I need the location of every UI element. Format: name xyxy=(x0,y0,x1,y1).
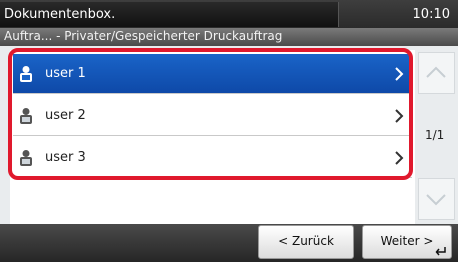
page-title: Dokumentenbox. xyxy=(4,7,116,22)
breadcrumb-bar: Auftra... - Privater/Gespeicherter Druck… xyxy=(0,28,458,46)
breadcrumb: Auftra... - Privater/Gespeicherter Druck… xyxy=(4,29,283,43)
title-box: Dokumentenbox. xyxy=(0,2,339,27)
next-button[interactable]: Weiter > xyxy=(362,225,452,259)
scroll-up-button[interactable] xyxy=(418,52,455,94)
scroll-down-button[interactable] xyxy=(418,178,455,220)
clock-box: 10:10 xyxy=(340,2,458,27)
screen: Dokumentenbox. 10:10 Auftra... - Private… xyxy=(0,0,458,262)
back-button-label: < Zurück xyxy=(278,234,334,248)
clock: 10:10 xyxy=(412,7,450,22)
back-button[interactable]: < Zurück xyxy=(258,225,354,259)
chevron-up-icon xyxy=(426,66,446,78)
header-bar: Dokumentenbox. 10:10 Auftra... - Private… xyxy=(0,0,458,46)
page-indicator: 1/1 xyxy=(425,128,445,142)
enter-key-icon xyxy=(435,247,446,256)
chevron-down-icon xyxy=(426,194,446,206)
highlight-frame xyxy=(8,48,413,180)
